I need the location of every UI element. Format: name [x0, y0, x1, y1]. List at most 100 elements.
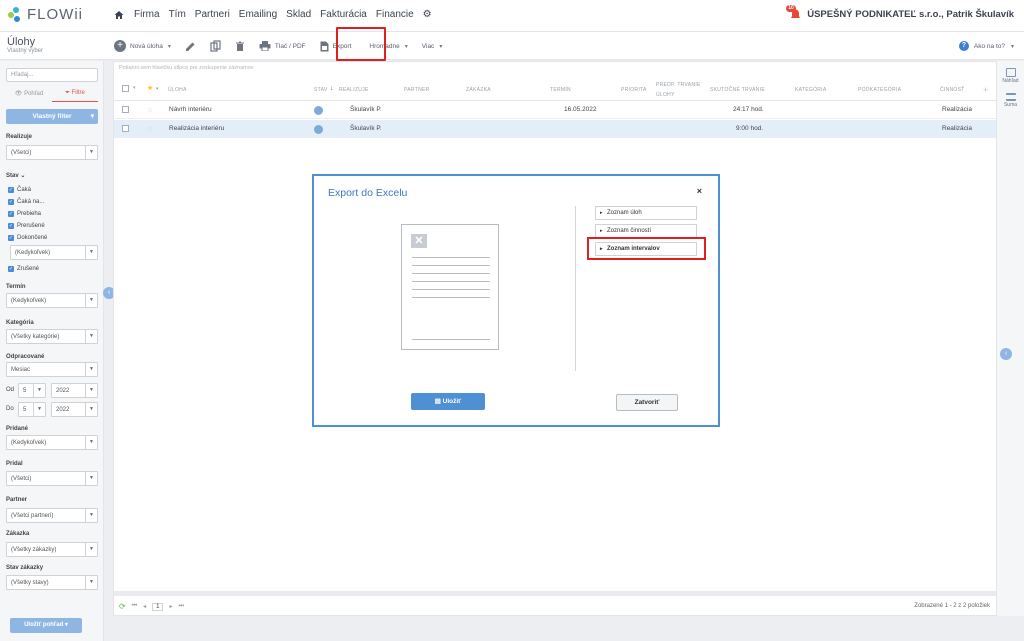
chevron-down-icon[interactable]: ▾: [168, 43, 171, 50]
nav-item-partneri[interactable]: Partneri: [195, 9, 230, 20]
checkbox-caka-na[interactable]: ✓ Čaká na...: [8, 199, 44, 205]
pridal-select[interactable]: (Všetci) ▼: [6, 471, 98, 486]
logo[interactable]: FLOWii: [8, 6, 83, 23]
col-predp-ulohy[interactable]: ÚLOHY: [656, 92, 675, 98]
copy-button[interactable]: [210, 40, 221, 52]
nav-item-tim[interactable]: Tím: [169, 9, 186, 20]
nav-item-financie[interactable]: Financie: [376, 9, 414, 20]
company-info[interactable]: 10 ÚSPEŠNÝ PODNIKATEĽ s.r.o., Patrik Šku…: [786, 5, 1014, 20]
home-icon[interactable]: [114, 10, 124, 20]
more-button[interactable]: Viac ▾: [422, 43, 443, 50]
option-task-list[interactable]: ▸ Zoznam úloh: [595, 206, 697, 220]
dialog-title: Export do Excelu: [328, 187, 408, 199]
edit-button[interactable]: [185, 41, 196, 52]
tab-filter[interactable]: ⏷ Filtre: [52, 90, 98, 102]
checkbox-dokoncene[interactable]: ✓ Dokončené: [8, 235, 47, 241]
sidebar-tabs: 👁 Pohľad ⏷ Filtre: [6, 90, 98, 102]
preview-button[interactable]: Náhľad: [997, 68, 1024, 84]
realizuje-select[interactable]: (Všetci) ▼: [6, 145, 98, 160]
odpracovane-select[interactable]: Mesiac ▼: [6, 362, 98, 377]
chevron-down-icon: ▼: [85, 363, 97, 376]
checkbox-prebieha[interactable]: ✓ Prebieha: [8, 211, 41, 217]
horizontal-scrollbar[interactable]: [114, 591, 996, 596]
add-column-icon[interactable]: +: [983, 85, 989, 95]
check-icon: ✓: [8, 223, 14, 229]
top-navigation: FLOWii Firma Tím Partneri Emailing Sklad…: [0, 0, 1024, 32]
close-icon[interactable]: ×: [697, 186, 702, 196]
col-uloha[interactable]: ÚLOHA: [168, 87, 187, 93]
gear-icon[interactable]: ⚙: [423, 9, 432, 20]
kategoria-select[interactable]: (Všetky kategórie) ▼: [6, 329, 98, 344]
new-task-button[interactable]: + Nová úloha ▾: [114, 40, 171, 52]
first-page-icon[interactable]: ⏮: [132, 603, 137, 610]
checkbox-zrusene[interactable]: ✓ Zrušené: [8, 266, 39, 272]
chevron-down-icon: ▾: [64, 622, 68, 628]
col-podkategoria[interactable]: PODKATEGÓRIA: [858, 87, 901, 93]
dokoncene-select[interactable]: (Kedykoľvek) ▼: [10, 245, 98, 260]
table-row[interactable]: ☆ Realizácia interiéru Škulavík P. 9:00 …: [114, 120, 996, 138]
print-pdf-button[interactable]: Tlač / PDF: [259, 41, 306, 51]
sum-button[interactable]: Suma: [997, 93, 1024, 108]
checkbox-prerusene[interactable]: ✓ Prerušené: [8, 223, 45, 229]
option-label: Zoznam úloh: [607, 210, 642, 216]
plus-icon: +: [114, 40, 126, 52]
table-row[interactable]: ☆ Návrh interiéru Škulavík P. 16.05.2022…: [114, 101, 996, 119]
termin-select[interactable]: (Kedykoľvek) ▼: [6, 293, 98, 308]
do-year-select[interactable]: 2022 ▼: [51, 402, 98, 417]
nav-item-fakturacia[interactable]: Fakturácia: [320, 9, 367, 20]
next-page-icon[interactable]: ▸: [169, 603, 172, 610]
col-termin[interactable]: TERMÍN: [550, 87, 571, 93]
option-activity-list[interactable]: ▸ Zoznam činností: [595, 224, 697, 238]
print-pdf-label: Tlač / PDF: [274, 42, 306, 50]
nav-item-firma[interactable]: Firma: [134, 9, 160, 20]
refresh-icon[interactable]: ⟳: [119, 602, 126, 611]
table-header: ▾ ★ ▾ ÚLOHA STAV ↓ REALIZUJE PARTNER ZÁK…: [114, 79, 996, 101]
help-link[interactable]: ? Ako na to? ▾: [958, 41, 1014, 51]
realizuje-value: (Všetci): [11, 150, 32, 156]
col-partner[interactable]: PARTNER: [404, 87, 430, 93]
star-icon[interactable]: ☆: [147, 125, 153, 133]
chevron-down-icon[interactable]: ▾: [133, 85, 136, 91]
col-realizuje[interactable]: REALIZUJE: [339, 87, 369, 93]
col-kategoria[interactable]: KATEGÓRIA: [795, 87, 827, 93]
collapse-right-icon[interactable]: ‹: [1000, 348, 1012, 360]
custom-filter-button[interactable]: Vlastný filter ▾: [6, 109, 98, 124]
star-icon[interactable]: ★: [147, 84, 154, 92]
chevron-down-icon[interactable]: ⌄: [20, 173, 25, 179]
zakazka-select[interactable]: (Všetky zákazky) ▼: [6, 542, 98, 557]
star-icon[interactable]: ☆: [147, 106, 153, 114]
col-stav[interactable]: STAV: [314, 87, 328, 93]
nav-item-sklad[interactable]: Sklad: [286, 9, 311, 20]
col-priorita[interactable]: PRIORITA: [621, 87, 647, 93]
cell-uloha[interactable]: Realizácia interiéru: [169, 125, 224, 132]
col-zakazka[interactable]: ZÁKAZKA: [466, 87, 491, 93]
chevron-down-icon[interactable]: ▾: [156, 86, 159, 92]
last-page-icon[interactable]: ⏭: [178, 603, 183, 610]
page-number[interactable]: 1: [152, 602, 164, 611]
select-all-checkbox[interactable]: [122, 85, 129, 92]
save-view-button[interactable]: Uložiť pohľad ▾: [10, 618, 82, 633]
partner-select[interactable]: (Všetci partneri) ▼: [6, 508, 98, 523]
row-checkbox[interactable]: [122, 106, 129, 113]
app-root: FLOWii Firma Tím Partneri Emailing Sklad…: [0, 0, 1024, 641]
close-button[interactable]: Zatvoriť: [616, 394, 678, 411]
save-button[interactable]: ▤ Uložiť: [411, 393, 485, 410]
row-checkbox[interactable]: [122, 125, 129, 132]
od-year-select[interactable]: 2022 ▼: [51, 383, 98, 398]
search-input[interactable]: Hľadaj...: [6, 68, 98, 82]
cell-uloha[interactable]: Návrh interiéru: [169, 106, 212, 113]
col-cinnost[interactable]: ČINNOSŤ: [940, 87, 965, 93]
tab-view[interactable]: 👁 Pohľad: [6, 90, 52, 102]
delete-button[interactable]: [235, 41, 245, 52]
pridane-select[interactable]: (Kedykoľvek) ▼: [6, 435, 98, 450]
notification-icon[interactable]: 10: [786, 5, 802, 20]
od-month-select[interactable]: 5 ▼: [18, 383, 46, 398]
nav-item-emailing[interactable]: Emailing: [239, 9, 277, 20]
prev-page-icon[interactable]: ◂: [143, 603, 146, 610]
checkbox-caka[interactable]: ✓ Čaká: [8, 187, 31, 193]
do-month-select[interactable]: 5 ▼: [18, 402, 46, 417]
col-predp-trvanie[interactable]: PREDP. TRVANIE: [656, 82, 701, 88]
stav-zakazky-select[interactable]: (Všetky stavy) ▼: [6, 575, 98, 590]
col-skutocne[interactable]: SKUTOČNÉ TRVANIE: [710, 87, 765, 93]
external-link-icon: [1005, 68, 1016, 77]
